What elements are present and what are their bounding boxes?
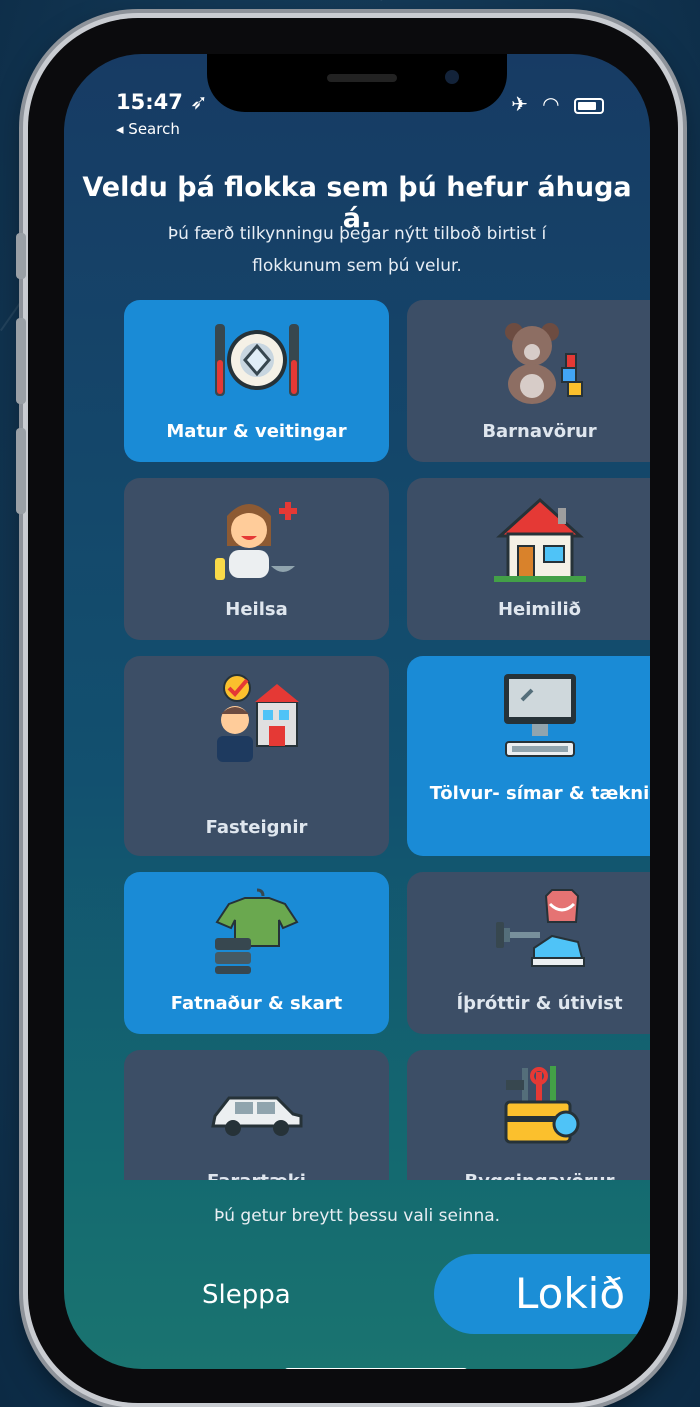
speaker	[327, 74, 397, 82]
category-label: Farartæki	[132, 1166, 381, 1180]
category-tile-real-estate[interactable]: Fasteignir	[124, 656, 389, 856]
battery-icon	[574, 97, 604, 114]
footer-note: Þú getur breytt þessu vali seinna.	[213, 1206, 501, 1226]
category-tile-vehicles[interactable]: Farartæki	[124, 1050, 389, 1180]
category-tile-food[interactable]: Matur & veitingar	[124, 300, 389, 462]
status-time: 15:47 ➶	[116, 90, 208, 114]
real-estate-agent-icon	[216, 674, 299, 762]
category-label: Byggingavörur	[415, 1166, 650, 1180]
category-label: Fatnaður & skart	[170, 993, 343, 1014]
sports-gear-icon	[495, 889, 585, 967]
category-label: Íþróttir & útivist	[456, 993, 623, 1014]
category-tile-building[interactable]: Byggingavörur	[407, 1050, 650, 1180]
category-tile-home[interactable]: Heimilið	[407, 478, 650, 640]
back-to-search-link[interactable]: ◂ Search	[116, 120, 180, 138]
bg-decor-line	[380, 0, 427, 1]
category-tile-health[interactable]: Heilsa	[124, 478, 389, 640]
skip-button[interactable]: Sleppa	[202, 1280, 291, 1310]
phone-frame: 15:47 ➶ ◂ Search ✈ ◠ Veldu þá flokka sem…	[16, 18, 678, 1403]
teddy-bear-icon	[504, 323, 583, 404]
page-subtitle: Þú færð tilkynningu þegar nýtt tilboð bi…	[167, 224, 547, 276]
car-icon	[210, 1096, 302, 1136]
category-label: Heilsa	[225, 599, 288, 620]
mute-switch	[16, 233, 26, 279]
front-camera	[445, 70, 459, 84]
done-button[interactable]: Lokið	[434, 1254, 650, 1334]
health-person-icon	[214, 502, 297, 580]
airplane-wifi-icon: ✈ ◠	[511, 92, 564, 116]
category-tile-tech[interactable]: Tölvur- símar & tækni	[407, 656, 650, 856]
computer-icon	[503, 674, 576, 757]
category-label: Matur & veitingar	[166, 421, 347, 442]
status-icons: ✈ ◠	[511, 92, 604, 116]
house-icon	[493, 497, 586, 582]
notch	[207, 54, 507, 112]
category-tile-clothing[interactable]: Fatnaður & skart	[124, 872, 389, 1034]
category-label: Heimilið	[497, 599, 582, 620]
category-label: Fasteignir	[205, 817, 308, 838]
category-tile-sports[interactable]: Íþróttir & útivist	[407, 872, 650, 1034]
clothing-icon	[214, 888, 298, 974]
plate-cutlery-icon	[214, 324, 299, 396]
category-tile-kids[interactable]: Barnavörur	[407, 300, 650, 462]
category-label: Barnavörur	[482, 421, 597, 442]
app-screen: 15:47 ➶ ◂ Search ✈ ◠ Veldu þá flokka sem…	[64, 54, 650, 1369]
category-label: Tölvur- símar & tækni	[429, 783, 650, 804]
volume-up-button	[16, 318, 26, 404]
home-indicator[interactable]	[284, 1368, 468, 1369]
category-grid: Matur & veitingar Barnavörur Heilsa Heim…	[124, 300, 650, 1180]
volume-down-button	[16, 428, 26, 514]
toolbox-icon	[504, 1066, 579, 1144]
